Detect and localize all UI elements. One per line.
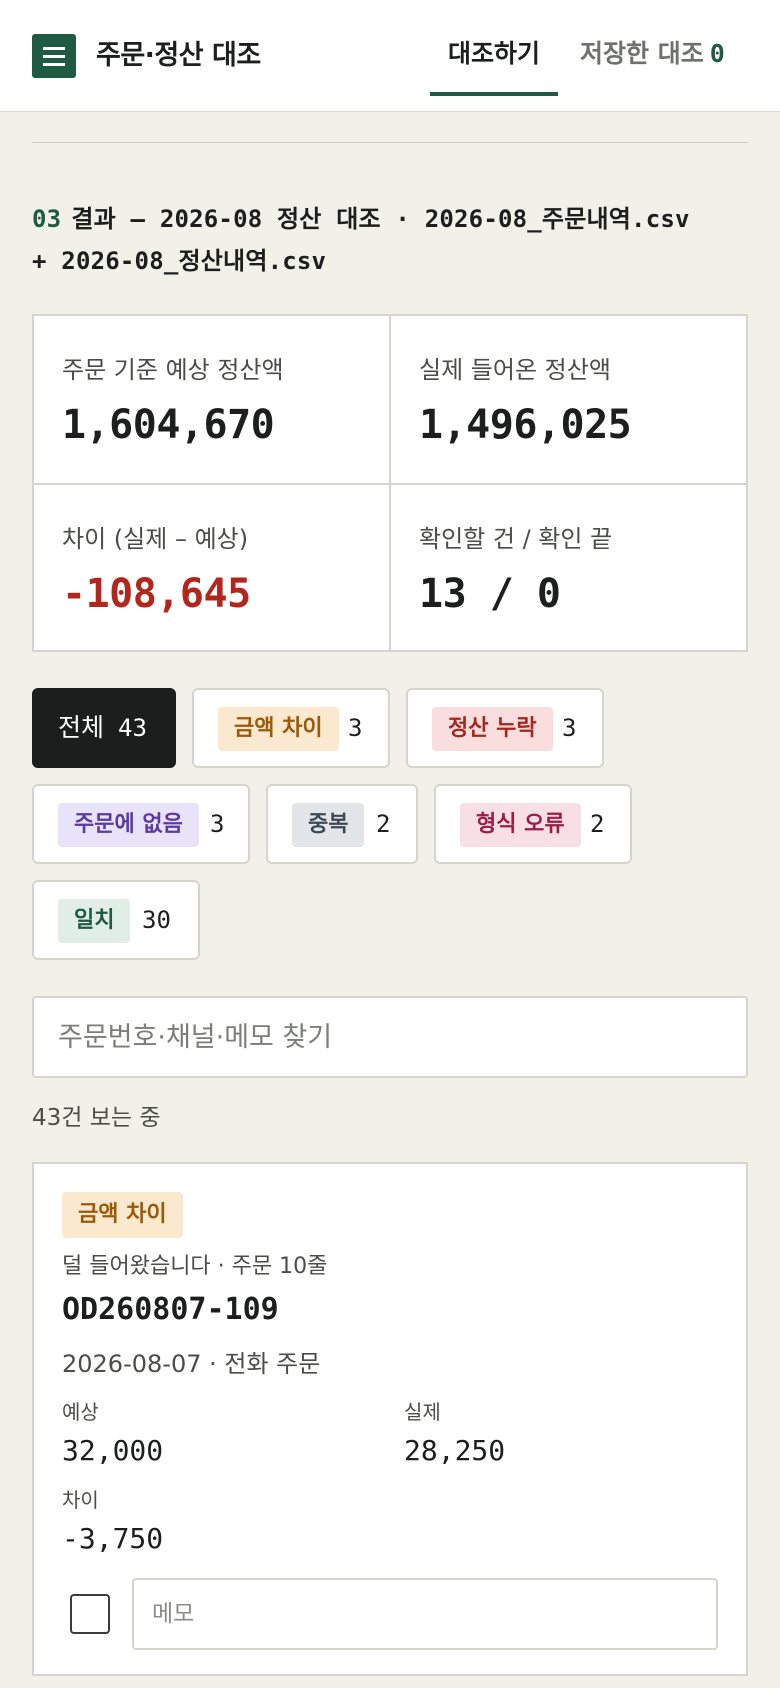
filter-duplicate-label: 중복 (292, 803, 365, 847)
filter-match-count: 30 (142, 906, 171, 934)
filter-format-error[interactable]: 형식 오류 2 (434, 784, 632, 864)
stat-actual-value: 1,496,025 (419, 402, 632, 448)
list-item: 금액 차이 덜 들어왔습니다 · 주문 10줄 OD260807-109 202… (32, 1162, 748, 1676)
stat-actual: 실제 들어온 정산액 1,496,025 (391, 316, 747, 483)
filter-match-label: 일치 (58, 899, 131, 943)
filter-not-in-orders[interactable]: 주문에 없음 3 (32, 784, 250, 864)
search-input[interactable] (32, 996, 748, 1078)
expected-label: 예상 (62, 1400, 99, 1424)
result-count-text: 43건 보는 중 (32, 1105, 161, 1131)
app-title: 주문·정산 대조 (96, 40, 261, 71)
stat-expected: 주문 기준 예상 정산액 1,604,670 (34, 316, 390, 483)
filter-not-in-orders-label: 주문에 없음 (58, 803, 199, 847)
filter-all-count: 43 (118, 714, 147, 742)
tab-compare[interactable]: 대조하기 (430, 34, 558, 96)
order-meta: 2026-08-07 · 전화 주문 (62, 1350, 321, 1378)
actual-label: 실제 (404, 1400, 441, 1424)
result-title-line2: + 2026-08_정산내역.csv (32, 247, 327, 275)
status-badge: 금액 차이 (62, 1192, 183, 1238)
diff-label: 차이 (62, 1488, 99, 1512)
filter-not-in-orders-count: 3 (210, 810, 225, 838)
step-number: 03 (32, 205, 62, 233)
top-bar: 주문·정산 대조 대조하기 저장한 대조 0 (0, 0, 780, 112)
filter-duplicate[interactable]: 중복 2 (266, 784, 418, 864)
stat-actual-label: 실제 들어온 정산액 (419, 356, 611, 384)
actual-value: 28,250 (404, 1434, 506, 1467)
hamburger-menu-icon[interactable] (32, 34, 76, 78)
filter-format-error-label: 형식 오류 (460, 803, 581, 847)
tab-compare-label: 대조하기 (447, 39, 540, 68)
tab-saved[interactable]: 저장한 대조 0 (580, 34, 725, 74)
diff-value: -3,750 (62, 1522, 164, 1555)
summary-stats: 주문 기준 예상 정산액 1,604,670 실제 들어온 정산액 1,496,… (32, 314, 748, 652)
filter-settlement-missing[interactable]: 정산 누락 3 (406, 688, 604, 768)
stat-check: 확인할 건 / 확인 끝 13 / 0 (391, 485, 747, 652)
filter-amount-diff[interactable]: 금액 차이 3 (192, 688, 390, 768)
filter-amount-diff-count: 3 (348, 714, 363, 742)
expected-value: 32,000 (62, 1434, 164, 1467)
filter-amount-diff-label: 금액 차이 (218, 707, 339, 751)
order-id: OD260807-109 (62, 1292, 279, 1327)
stat-check-label: 확인할 건 / 확인 끝 (419, 525, 613, 553)
filter-settlement-missing-label: 정산 누락 (432, 707, 553, 751)
tab-saved-label: 저장한 대조 (580, 39, 704, 68)
stat-diff: 차이 (실제 – 예상) -108,645 (34, 485, 390, 652)
active-tab-indicator (430, 92, 558, 96)
stat-check-value: 13 / 0 (419, 571, 561, 617)
filter-format-error-count: 2 (590, 810, 605, 838)
result-heading: 03 결과 — 2026-08 정산 대조 · 2026-08_주문내역.csv … (32, 198, 748, 282)
filter-match[interactable]: 일치 30 (32, 880, 200, 960)
divider (32, 142, 748, 143)
result-title-line1: 결과 — 2026-08 정산 대조 · 2026-08_주문내역.csv (71, 205, 690, 233)
filter-duplicate-count: 2 (376, 810, 391, 838)
confirm-checkbox[interactable] (70, 1594, 110, 1634)
item-description: 덜 들어왔습니다 · 주문 10줄 (62, 1254, 328, 1279)
filter-all[interactable]: 전체 43 (32, 688, 176, 768)
stat-expected-value: 1,604,670 (62, 402, 275, 448)
saved-count: 0 (709, 39, 725, 68)
stat-diff-label: 차이 (실제 – 예상) (62, 525, 249, 553)
filter-settlement-missing-count: 3 (562, 714, 577, 742)
stat-expected-label: 주문 기준 예상 정산액 (62, 356, 284, 384)
memo-input[interactable] (132, 1578, 718, 1650)
filter-all-label: 전체 (58, 713, 105, 742)
stat-diff-value: -108,645 (62, 571, 251, 617)
